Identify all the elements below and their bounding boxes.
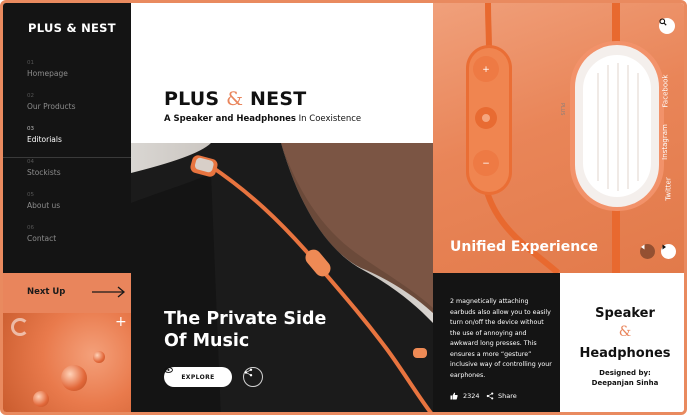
next-up-label: Next Up — [27, 287, 66, 297]
spec-word-headphones: Headphones — [579, 346, 671, 361]
device-brand-text: PLUS — [559, 103, 565, 115]
like-count: 2324 — [463, 392, 480, 400]
explore-button[interactable]: EXPLORE — [164, 367, 232, 387]
designed-by-label: Designed by: — [599, 369, 651, 377]
nav-item-label: About us — [27, 201, 61, 210]
chevron-right-icon — [662, 244, 666, 250]
hero-subtitle: A Speaker and Headphones In Coexistence — [164, 114, 361, 124]
feature-title-line: The Private Side — [164, 309, 327, 329]
product-hero: + − PLUS Facebook Instagram Twitter Unif… — [433, 3, 684, 273]
feature-title-line: Of Music — [164, 331, 250, 351]
social-link-instagram[interactable]: Instagram — [661, 124, 669, 160]
nav-item-our-products[interactable]: 02 Our Products — [3, 92, 131, 125]
like-button[interactable]: 2324 — [450, 392, 480, 400]
feature-photo: The Private Side Of Music EXPLORE — [131, 143, 433, 412]
nav-item-label: Homepage — [27, 69, 68, 78]
chevron-left-icon — [641, 244, 645, 250]
product-caption: Unified Experience — [450, 239, 598, 255]
svg-text:+: + — [482, 65, 490, 75]
search-button[interactable] — [659, 18, 675, 34]
nav-item-label: Editorials — [27, 135, 62, 144]
nav-item-number: 02 — [27, 93, 34, 99]
nav-item-stockists[interactable]: 04 Stockists — [3, 158, 131, 191]
social-link-twitter[interactable]: Twitter — [665, 177, 673, 200]
nav-item-label: Our Products — [27, 102, 76, 111]
spec-word-speaker: Speaker — [595, 306, 655, 321]
plus-icon[interactable]: + — [115, 315, 127, 329]
nav-item-label: Contact — [27, 234, 57, 243]
share-label: Share — [498, 392, 517, 400]
share-button[interactable] — [243, 367, 263, 387]
main-nav: 01 Homepage 02 Our Products 03 Editorial… — [3, 59, 131, 257]
sidebar: PLUS & NEST 01 Homepage 02 Our Products … — [3, 3, 131, 273]
hero-title-ampersand: & — [226, 88, 244, 110]
nav-item-editorials[interactable]: 03 Editorials — [3, 125, 131, 158]
nav-item-number: 05 — [27, 192, 34, 198]
description-text: 2 magnetically attaching earbuds also al… — [450, 298, 552, 379]
nav-item-homepage[interactable]: 01 Homepage — [3, 59, 131, 92]
nav-item-number: 04 — [27, 159, 34, 165]
nav-item-number: 06 — [27, 225, 34, 231]
hero-title-nest: NEST — [243, 88, 307, 110]
arrow-right-icon — [92, 286, 126, 298]
share-link[interactable]: Share — [486, 392, 517, 400]
loading-ring-icon — [11, 318, 29, 336]
earbud-image — [93, 351, 105, 363]
hero-header: PLUS & NEST A Speaker and Headphones In … — [131, 3, 433, 143]
nav-item-label: Stockists — [27, 168, 61, 177]
explore-label: EXPLORE — [181, 373, 215, 381]
search-icon — [659, 18, 667, 26]
nav-item-number: 01 — [27, 60, 34, 66]
earbud-image — [61, 365, 87, 391]
nav-item-contact[interactable]: 06 Contact — [3, 224, 131, 257]
nav-item-number: 03 — [27, 126, 34, 132]
next-up-thumbnail[interactable]: + — [3, 313, 131, 412]
carousel-prev-button[interactable] — [640, 244, 655, 259]
hero-subtitle-rest: In Coexistence — [295, 114, 362, 124]
social-link-facebook[interactable]: Facebook — [661, 75, 669, 108]
feature-title: The Private Side Of Music — [164, 308, 326, 352]
product-spec-panel: Speaker & Headphones Designed by: Deepan… — [560, 273, 684, 412]
hero-title: PLUS & NEST — [164, 88, 306, 110]
next-up-button[interactable]: Next Up — [3, 273, 131, 313]
description-panel: 2 magnetically attaching earbuds also al… — [433, 273, 560, 412]
svg-text:−: − — [482, 159, 490, 169]
hero-title-plus: PLUS — [164, 88, 227, 110]
share-icon — [244, 368, 253, 377]
carousel-next-button[interactable] — [661, 244, 676, 259]
headphone-device-image: + − PLUS — [466, 3, 664, 273]
earbud-image — [33, 391, 49, 407]
brand-logo[interactable]: PLUS & NEST — [28, 21, 116, 35]
eye-icon — [164, 367, 173, 373]
page-frame: PLUS & NEST 01 Homepage 02 Our Products … — [0, 0, 687, 415]
designer-name: Deepanjan Sinha — [591, 379, 659, 387]
share-icon — [486, 392, 494, 400]
hero-subtitle-bold: A Speaker and Headphones — [164, 114, 296, 124]
nav-item-about-us[interactable]: 05 About us — [3, 191, 131, 224]
thumbs-up-icon — [450, 392, 458, 400]
spec-ampersand: & — [618, 324, 632, 340]
